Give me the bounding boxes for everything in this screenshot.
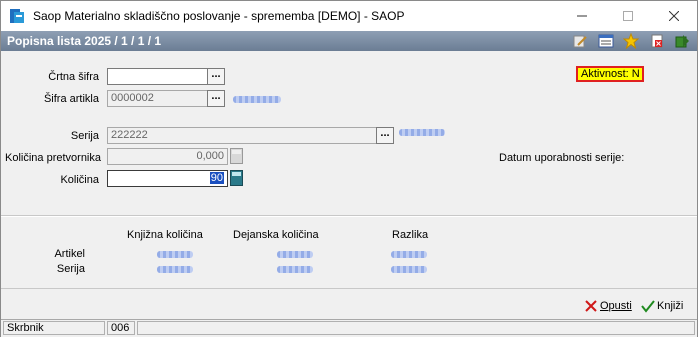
close-button[interactable] <box>651 1 697 31</box>
status-code: 006 <box>107 321 135 335</box>
calculator-icon[interactable] <box>230 148 243 164</box>
window-title: Saop Materialno skladiščno poslovanje - … <box>33 9 405 23</box>
dialog-window: Saop Materialno skladiščno poslovanje - … <box>0 0 698 337</box>
serija-razlika-blurred <box>391 266 427 273</box>
serija-browse-button[interactable]: ... <box>376 127 394 144</box>
serija-dejanska-blurred <box>277 266 313 273</box>
status-bar: Skrbnik 006 <box>1 319 697 337</box>
status-user: Skrbnik <box>3 321 105 335</box>
artikel-knjizna-blurred <box>157 251 193 258</box>
save-label: Knjiži <box>657 300 684 312</box>
page-title: Popisna lista 2025 / 1 / 1 / 1 <box>7 34 162 48</box>
cancel-label: Opusti <box>600 300 632 312</box>
minimize-icon <box>577 15 587 17</box>
header-band: Popisna lista 2025 / 1 / 1 / 1 <box>1 31 697 51</box>
maximize-button[interactable] <box>605 1 651 31</box>
kolicina-pretvornika-input[interactable]: 0,000 <box>107 148 228 165</box>
crtna-sifra-input[interactable] <box>107 68 208 85</box>
exit-icon[interactable] <box>674 33 690 49</box>
star-icon[interactable] <box>623 33 639 49</box>
crtna-sifra-label: Črtna šifra <box>48 71 99 83</box>
crtna-sifra-browse-button[interactable]: ... <box>207 68 225 85</box>
datum-uporabnosti-label-text: Datum uporabnosti serije: <box>499 152 625 164</box>
app-icon <box>10 9 24 23</box>
serija-name-blurred <box>399 129 445 136</box>
edit-icon[interactable] <box>572 33 588 49</box>
col-dejanska-kolicina: Dejanska količina <box>233 229 319 241</box>
list-icon[interactable] <box>598 33 614 49</box>
artikel-dejanska-blurred <box>277 251 313 258</box>
close-icon <box>669 11 679 21</box>
sifra-artikla-input[interactable]: 0000002 <box>107 90 208 107</box>
button-separator <box>1 288 697 289</box>
kolicina-label: Količina <box>60 174 99 186</box>
maximize-icon <box>623 11 633 21</box>
serija-knjizna-blurred <box>157 266 193 273</box>
minimize-button[interactable] <box>559 1 605 31</box>
col-knjizna-kolicina: Knjižna količina <box>127 229 203 241</box>
serija-input[interactable]: 222222 <box>107 127 377 144</box>
checkmark-icon <box>641 300 655 313</box>
title-bar: Saop Materialno skladiščno poslovanje - … <box>1 1 697 31</box>
cancel-x-icon <box>585 300 597 312</box>
serija-label: Serija <box>70 130 99 142</box>
sifra-artikla-browse-button[interactable]: ... <box>207 90 225 107</box>
artikel-razlika-blurred <box>391 251 427 258</box>
sifra-artikla-label: Šifra artikla <box>43 93 99 105</box>
save-button[interactable]: Knjiži <box>641 297 683 315</box>
kolicina-pretvornika-label: Količina pretvornika <box>5 152 101 164</box>
kolicina-input[interactable]: 90 <box>107 170 228 187</box>
delete-icon[interactable] <box>649 33 665 49</box>
row-artikel-label: Artikel <box>54 248 85 260</box>
status-message <box>137 321 695 335</box>
row-serija-label: Serija <box>56 263 85 275</box>
col-razlika: Razlika <box>392 229 429 241</box>
calculator-active-icon[interactable] <box>230 170 243 186</box>
artikel-name-blurred <box>233 96 281 103</box>
separator-highlight <box>1 216 697 217</box>
aktivnost-badge: Aktivnost: N <box>576 66 644 82</box>
kolicina-value: 90 <box>209 172 224 184</box>
cancel-button[interactable]: Opusti <box>584 297 632 315</box>
